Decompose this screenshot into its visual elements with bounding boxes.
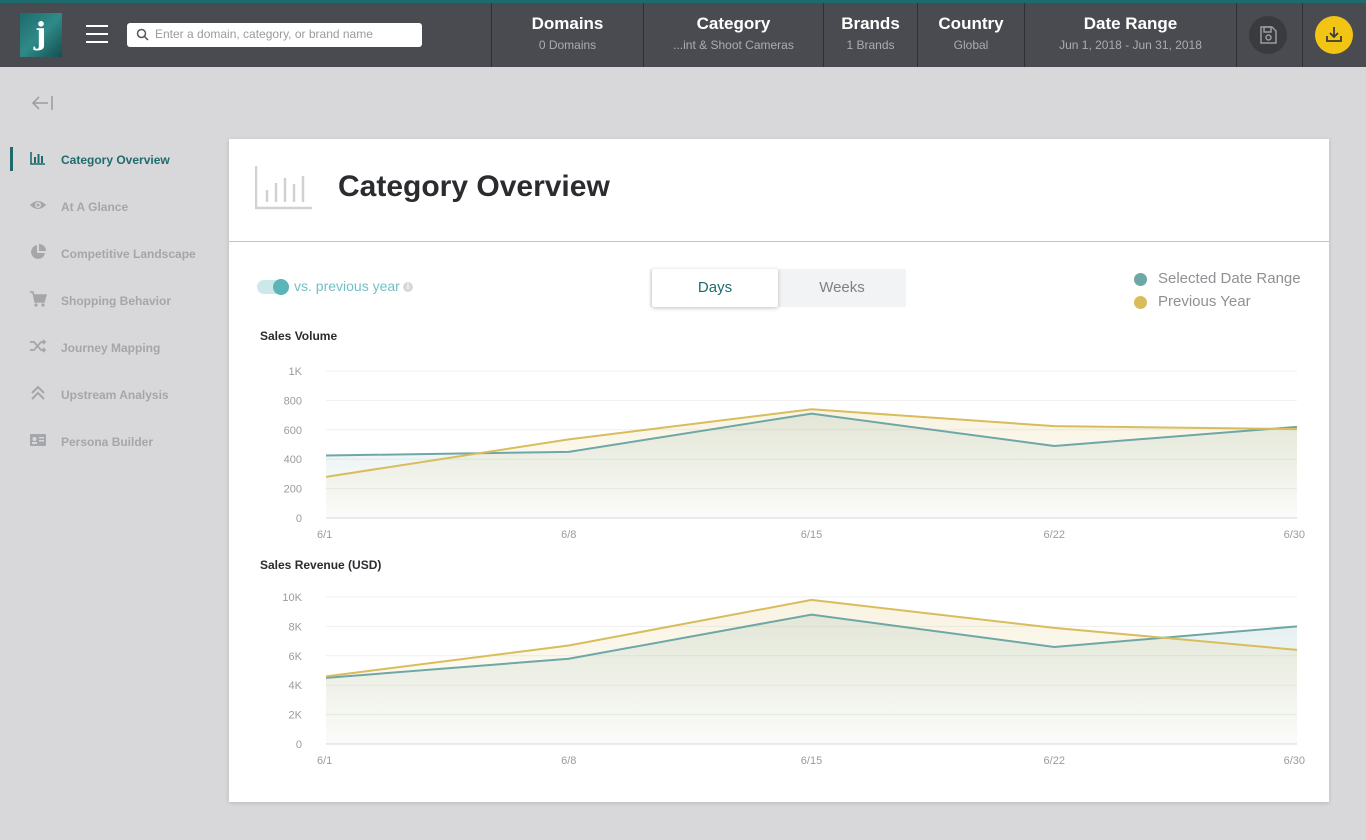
legend-label: Selected Date Range: [1158, 270, 1301, 287]
sidebar-item-label: Upstream Analysis: [61, 388, 169, 402]
y-tick-label: 4K: [289, 680, 303, 692]
granularity-switch: Days Weeks: [650, 269, 906, 307]
legend-label: Previous Year: [1158, 293, 1251, 310]
y-tick-label: 6K: [289, 651, 303, 663]
legend-dot: [1134, 273, 1147, 286]
filter-title: Domains: [531, 14, 604, 33]
chart-title-sales-revenue: Sales Revenue (USD): [260, 558, 382, 572]
x-tick-label: 6/1: [317, 755, 332, 767]
save-icon: [1260, 26, 1277, 44]
series-area: [326, 599, 1297, 744]
sidebar-item-label: At A Glance: [61, 200, 129, 214]
sidebar-item-label: Competitive Landscape: [61, 247, 196, 261]
y-tick-label: 1K: [289, 366, 303, 378]
info-icon[interactable]: i: [403, 282, 413, 292]
collapse-left-icon: [31, 96, 53, 110]
id-card-icon: [30, 434, 46, 446]
x-tick-label: 6/8: [561, 755, 576, 767]
filter-value: ...int & Shoot Cameras: [673, 38, 794, 52]
sidebar-item-at-a-glance[interactable]: At A Glance: [0, 189, 215, 236]
download-icon: [1326, 27, 1342, 42]
sidebar-item-label: Persona Builder: [61, 435, 154, 449]
card-header: Category Overview: [229, 139, 1329, 242]
menu-icon[interactable]: [86, 25, 108, 43]
sidebar-item-category-overview[interactable]: Category Overview: [0, 142, 215, 189]
filter-title: Country: [938, 14, 1004, 33]
sidebar-item-upstream-analysis[interactable]: Upstream Analysis: [0, 377, 215, 424]
x-tick-label: 6/15: [801, 529, 822, 541]
days-option[interactable]: Days: [652, 269, 778, 307]
sidebar-item-label: Shopping Behavior: [61, 294, 172, 308]
sidebar-item-journey-mapping[interactable]: Journey Mapping: [0, 330, 215, 377]
app-logo[interactable]: j: [20, 13, 62, 57]
filter-value: Global: [953, 38, 989, 52]
collapse-sidebar-button[interactable]: [30, 93, 54, 118]
x-tick-label: 6/30: [1284, 529, 1305, 541]
y-tick-label: 800: [284, 395, 302, 407]
y-tick-label: 10K: [282, 592, 302, 604]
y-tick-label: 200: [284, 484, 302, 496]
legend-dot: [1134, 296, 1147, 309]
sidebar-item-shopping-behavior[interactable]: Shopping Behavior: [0, 283, 215, 330]
sidebar-item-label: Category Overview: [61, 153, 170, 167]
weeks-option[interactable]: Weeks: [778, 269, 906, 307]
chart-overview-icon: [255, 166, 312, 210]
filter-title: Brands: [841, 14, 900, 33]
save-button[interactable]: [1249, 16, 1287, 54]
compare-toggle[interactable]: [257, 279, 289, 295]
filter-value: 0 Domains: [538, 38, 597, 52]
sales-volume-chart: 0 200 400 600 800 1K 6/1 6/8 6/15 6/22 6/30: [284, 366, 1305, 541]
y-tick-label: 0: [296, 513, 302, 525]
filter-domains[interactable]: Domains 0 Domains: [491, 3, 643, 67]
logo-letter: j: [35, 17, 47, 52]
search-icon: [136, 28, 149, 41]
search-box: [127, 23, 422, 47]
filter-category[interactable]: Category ...int & Shoot Cameras: [643, 3, 823, 67]
bar-chart-icon: [30, 152, 45, 165]
eye-icon: [30, 201, 46, 209]
filter-title: Category: [696, 14, 771, 33]
sales-revenue-chart: 0 2K 4K 6K 8K 10K 6/1 6/8 6/15 6/22 6/30: [282, 592, 1305, 767]
download-button[interactable]: [1315, 16, 1353, 54]
shuffle-icon: [30, 339, 47, 353]
cart-icon: [30, 291, 47, 307]
pie-chart-icon: [31, 244, 46, 259]
y-tick-label: 400: [284, 454, 302, 466]
x-tick-label: 6/22: [1044, 755, 1065, 767]
toggle-knob: [273, 279, 289, 295]
y-tick-label: 0: [296, 739, 302, 751]
sidebar-item-persona-builder[interactable]: Persona Builder: [0, 424, 215, 471]
chart-title-sales-volume: Sales Volume: [260, 329, 338, 343]
sidebar-item-competitive-landscape[interactable]: Competitive Landscape: [0, 236, 215, 283]
x-tick-label: 6/1: [317, 529, 332, 541]
double-chevron-up-icon: [31, 385, 45, 400]
search-input[interactable]: [155, 25, 415, 43]
series-area: [326, 409, 1297, 518]
x-tick-label: 6/22: [1044, 529, 1065, 541]
filter-title: Date Range: [1083, 14, 1178, 33]
filter-brands[interactable]: Brands 1 Brands: [823, 3, 917, 67]
page-title: Category Overview: [338, 170, 610, 203]
filter-date-range[interactable]: Date Range Jun 1, 2018 - Jun 31, 2018: [1024, 3, 1236, 67]
x-tick-label: 6/15: [801, 755, 822, 767]
sidebar-nav: Category Overview At A Glance Competitiv…: [0, 142, 215, 471]
main-card: Category Overview vs. previous year i Da…: [229, 139, 1329, 802]
filter-value: Jun 1, 2018 - Jun 31, 2018: [1059, 38, 1202, 52]
y-tick-label: 600: [284, 425, 302, 437]
sidebar-item-label: Journey Mapping: [61, 341, 161, 355]
filter-country[interactable]: Country Global: [917, 3, 1024, 67]
top-bar: j Domains 0 Domains Category ...int & Sh…: [0, 0, 1366, 67]
x-tick-label: 6/30: [1284, 755, 1305, 767]
y-tick-label: 8K: [289, 621, 303, 633]
y-tick-label: 2K: [289, 710, 303, 722]
x-tick-label: 6/8: [561, 529, 576, 541]
filter-value: 1 Brands: [846, 38, 895, 52]
active-indicator: [10, 147, 13, 171]
toggle-label: vs. previous year: [294, 278, 400, 294]
